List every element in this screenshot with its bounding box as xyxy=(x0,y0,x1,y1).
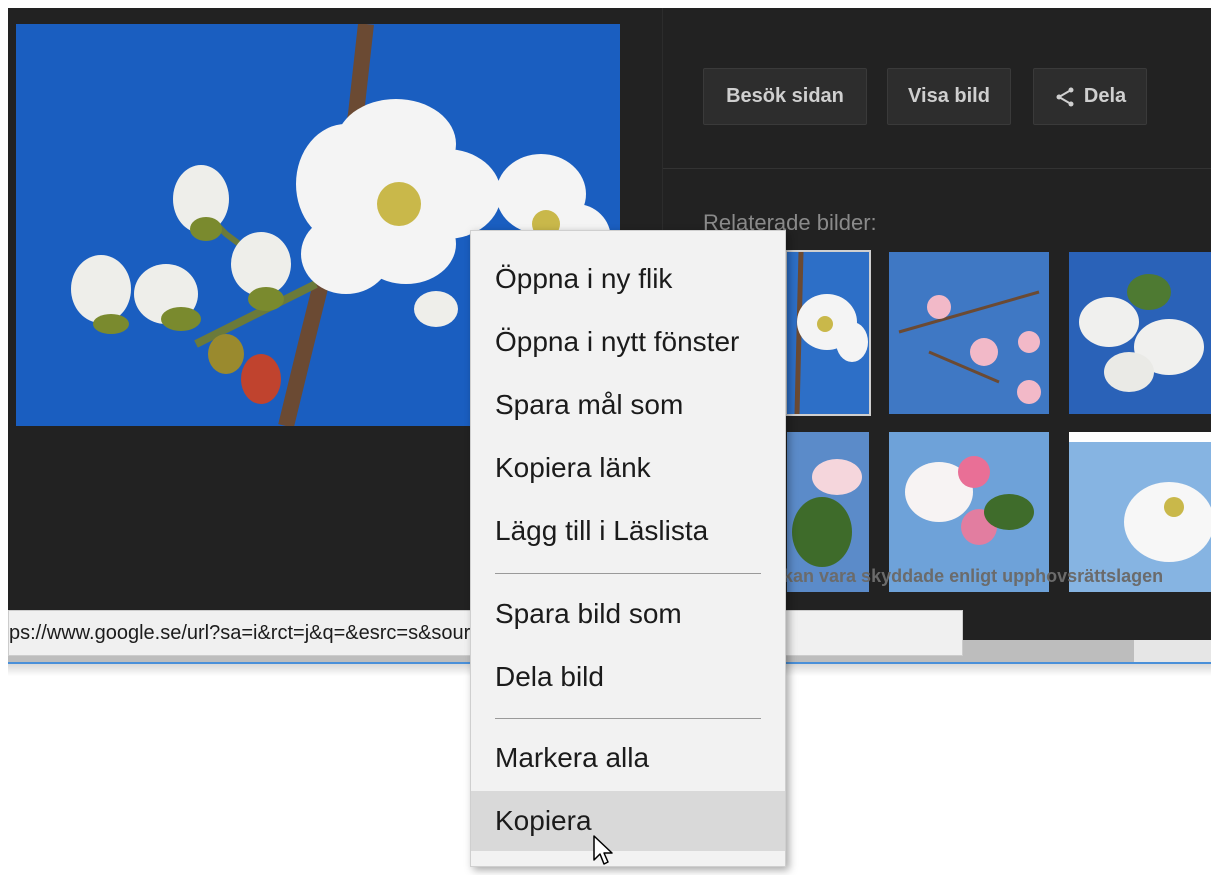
menu-copy-link[interactable]: Kopiera länk xyxy=(471,438,785,498)
menu-item-label: Öppna i ny flik xyxy=(495,263,673,294)
menu-item-label: Spara bild som xyxy=(495,598,682,629)
menu-open-new-window[interactable]: Öppna i nytt fönster xyxy=(471,312,785,372)
action-bar: Besök sidan Visa bild Dela xyxy=(663,8,1211,169)
copyright-note: kan vara skyddade enligt upphovsrättslag… xyxy=(783,566,1164,586)
related-thumb-3[interactable] xyxy=(1069,252,1211,414)
menu-item-label: Dela bild xyxy=(495,661,604,692)
menu-save-image-as[interactable]: Spara bild som xyxy=(471,584,785,644)
visit-page-button[interactable]: Besök sidan xyxy=(703,68,867,125)
related-thumb-1[interactable] xyxy=(785,250,871,416)
view-image-label: Visa bild xyxy=(908,85,990,107)
menu-select-all[interactable]: Markera alla xyxy=(471,728,785,788)
menu-share-image[interactable]: Dela bild xyxy=(471,647,785,707)
menu-item-label: Lägg till i Läslista xyxy=(495,515,709,546)
view-image-button[interactable]: Visa bild xyxy=(887,68,1011,125)
share-icon xyxy=(1054,86,1076,108)
menu-item-label: Markera alla xyxy=(495,742,650,773)
menu-item-label: Kopiera länk xyxy=(495,452,651,483)
menu-separator xyxy=(495,573,761,574)
related-thumb-2[interactable] xyxy=(889,252,1049,414)
menu-item-label: Öppna i nytt fönster xyxy=(495,326,740,357)
menu-item-label: Spara mål som xyxy=(495,389,684,420)
share-label: Dela xyxy=(1083,85,1127,107)
context-menu: Öppna i ny flik Öppna i nytt fönster Spa… xyxy=(470,230,786,867)
share-button[interactable]: Dela xyxy=(1033,68,1147,125)
menu-item-label: Kopiera xyxy=(495,805,592,836)
menu-copy[interactable]: Kopiera xyxy=(471,791,785,851)
menu-open-new-tab[interactable]: Öppna i ny flik xyxy=(471,249,785,309)
menu-separator xyxy=(495,718,761,719)
mouse-pointer-icon xyxy=(592,834,620,870)
visit-page-label: Besök sidan xyxy=(726,85,844,107)
menu-add-to-reading-list[interactable]: Lägg till i Läslista xyxy=(471,501,785,561)
menu-save-target-as[interactable]: Spara mål som xyxy=(471,375,785,435)
